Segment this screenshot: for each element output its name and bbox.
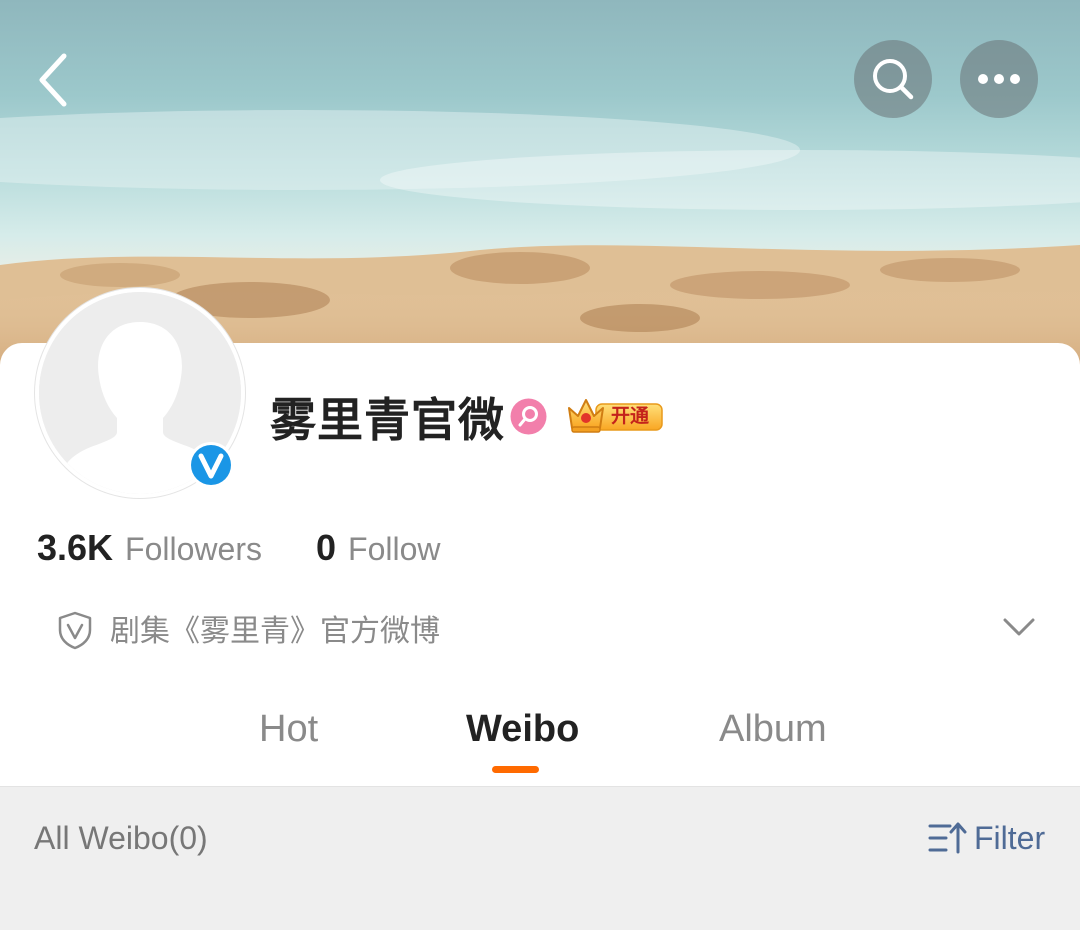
follow-count: 0 — [316, 527, 337, 568]
tab-hot[interactable]: Hot — [259, 704, 318, 754]
tab-album[interactable]: Album — [719, 704, 827, 754]
profile-screen: 雾里青官微 开通 3.6K Followers 0 Follow 剧集《雾里青》… — [0, 0, 1080, 930]
tab-weibo[interactable]: Weibo — [466, 704, 579, 754]
description-row[interactable]: 剧集《雾里青》官方微博 — [56, 606, 1046, 656]
back-button[interactable] — [28, 44, 84, 116]
more-button[interactable] — [960, 40, 1038, 118]
filter-button[interactable]: Filter — [928, 815, 1045, 861]
search-icon — [873, 59, 914, 100]
followers-stat[interactable]: 3.6K Followers — [37, 527, 262, 571]
all-weibo-count: All Weibo(0) — [34, 820, 208, 856]
pink-search-badge-icon[interactable] — [510, 398, 547, 435]
chevron-down-icon[interactable] — [1002, 616, 1036, 638]
shield-v-icon — [58, 611, 92, 650]
followers-count: 3.6K — [37, 527, 114, 568]
profile-tabs: Hot Weibo Album — [0, 690, 1080, 786]
verified-v-icon — [191, 445, 231, 485]
chevron-left-icon — [39, 53, 67, 107]
profile-name: 雾里青官微 — [270, 393, 505, 447]
more-horizontal-icon — [978, 74, 1020, 84]
search-button[interactable] — [854, 40, 932, 118]
description-text: 剧集《雾里青》官方微博 — [110, 614, 440, 649]
followers-label: Followers — [125, 531, 262, 567]
filter-label: Filter — [974, 819, 1046, 856]
vip-open-label: 开通 — [611, 405, 650, 427]
follow-label: Follow — [348, 531, 441, 567]
follow-stat[interactable]: 0 Follow — [316, 527, 441, 571]
weibo-list-header: All Weibo(0) Filter — [0, 786, 1080, 930]
filter-sort-icon — [928, 822, 967, 854]
active-tab-indicator — [492, 766, 539, 773]
verified-badge — [188, 442, 234, 488]
